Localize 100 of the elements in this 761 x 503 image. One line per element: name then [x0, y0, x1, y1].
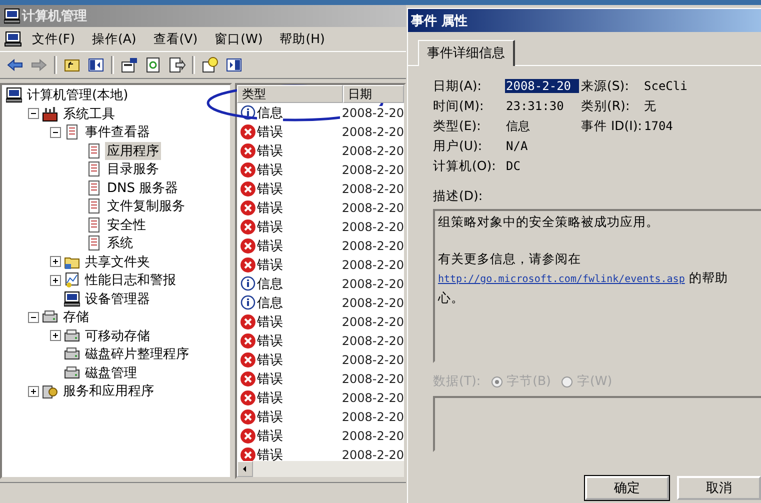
- event-date: 2008-2-20: [340, 162, 404, 176]
- field-value: SceCli: [643, 79, 688, 93]
- error-icon: [240, 408, 256, 424]
- error-icon: [240, 124, 256, 140]
- horizontal-scrollbar[interactable]: [237, 461, 404, 477]
- event-type: 错误: [257, 256, 283, 274]
- help-icon[interactable]: [201, 57, 219, 73]
- field-value: 23:31:30: [505, 99, 565, 113]
- tree-item[interactable]: 存储: [61, 308, 91, 326]
- event-type: 错误: [257, 312, 283, 330]
- event-date: 2008-2-20: [340, 144, 404, 158]
- collapse-icon[interactable]: [28, 108, 39, 120]
- tree-item[interactable]: DNS 服务器: [105, 178, 180, 197]
- dialog-button[interactable]: 取消: [677, 476, 761, 500]
- tree-item[interactable]: 服务和应用程序: [61, 382, 156, 400]
- log-icon: [86, 142, 102, 159]
- window-title: 计算机管理: [22, 8, 87, 25]
- event-type: 错误: [257, 122, 283, 140]
- tree-item[interactable]: 系统工具: [61, 104, 117, 123]
- event-date: 2008-2-20: [340, 390, 404, 404]
- event-type: 错误: [257, 446, 283, 461]
- log-icon: [86, 198, 102, 214]
- event-date: 2008-2-20: [340, 428, 404, 442]
- tree-item[interactable]: 安全性: [105, 216, 148, 234]
- field-value: 2008-2-20: [505, 79, 579, 93]
- event-date: 2008-2-20: [340, 296, 404, 310]
- error-icon: [240, 332, 256, 348]
- field-value: DC: [505, 159, 522, 173]
- tree-item[interactable]: 性能日志和警报: [83, 271, 178, 290]
- collapse-icon[interactable]: [28, 312, 39, 323]
- error-icon: [240, 180, 256, 196]
- description-text: 组策略对象中的安全策略被成功应用。 有关更多信息，请参阅在 http://go.microsoft.com/fwlink/events.asp 的帮助 心。: [438, 213, 729, 307]
- monitor-icon: [6, 87, 22, 104]
- forward-arrow-icon[interactable]: [30, 57, 48, 73]
- description-label: 描述(D):: [433, 188, 484, 205]
- field-value: 1704: [643, 119, 674, 133]
- up-folder-icon[interactable]: [63, 57, 81, 73]
- tree-item[interactable]: 计算机管理(本地): [25, 86, 130, 104]
- tree-item[interactable]: 可移动存储: [83, 326, 152, 345]
- log-icon: [64, 124, 80, 140]
- error-icon: [240, 256, 256, 272]
- expand-icon[interactable]: [50, 330, 61, 342]
- show-tree-icon[interactable]: [87, 57, 105, 73]
- tree-item[interactable]: 系统: [105, 234, 135, 252]
- tree-item[interactable]: 文件复制服务: [105, 197, 187, 216]
- menu-item[interactable]: 文件(F): [26, 30, 82, 48]
- error-icon: [240, 238, 256, 254]
- field-label: 时间(M):: [433, 98, 485, 114]
- event-date: 2008-2-20: [340, 352, 404, 366]
- monitor-icon: [4, 31, 22, 47]
- event-date: 2008-2-20: [340, 258, 404, 272]
- help-link[interactable]: http://go.microsoft.com/fwlink/events.asp: [438, 274, 685, 284]
- monitor-icon: [64, 290, 80, 307]
- chart-icon: [64, 272, 80, 288]
- menu-item[interactable]: 查看(V): [147, 30, 205, 48]
- drive-icon: [64, 364, 80, 381]
- properties-icon[interactable]: [120, 57, 138, 73]
- event-type: 错误: [257, 160, 283, 178]
- log-icon: [86, 161, 102, 178]
- toolbox-icon: [42, 106, 58, 122]
- field-label: 计算机(O):: [433, 158, 497, 174]
- event-type: 错误: [257, 332, 283, 350]
- expand-icon[interactable]: [28, 386, 39, 397]
- event-date: 2008-2-20: [340, 372, 404, 386]
- event-type: 信息: [257, 274, 283, 292]
- event-date: 2008-2-20: [340, 200, 404, 214]
- event-date: 2008-2-20: [340, 314, 404, 328]
- menu-item[interactable]: 帮助(H): [274, 30, 332, 48]
- field-value: 信息: [505, 118, 531, 134]
- event-date: 2008-2-20: [340, 410, 404, 424]
- event-date: 2008-2-20: [340, 276, 404, 290]
- tree-item[interactable]: 设备管理器: [83, 290, 152, 308]
- action-pane-icon[interactable]: [225, 57, 243, 73]
- expand-icon[interactable]: [50, 256, 61, 268]
- export-icon[interactable]: [168, 57, 186, 73]
- monitor-icon: [4, 8, 20, 24]
- event-date: 2008-2-20: [340, 182, 404, 196]
- event-type: 错误: [257, 370, 283, 388]
- menu-item[interactable]: 窗口(W): [208, 30, 270, 48]
- menu-item[interactable]: 操作(A): [86, 30, 144, 48]
- expand-icon[interactable]: [50, 274, 61, 286]
- event-type: 错误: [257, 180, 283, 198]
- field-value: 无: [643, 98, 657, 114]
- tree-item[interactable]: 事件查看器: [83, 123, 152, 142]
- tree-item[interactable]: 磁盘管理: [83, 364, 139, 382]
- event-type: 错误: [257, 388, 283, 406]
- dialog-button[interactable]: 确定: [585, 476, 669, 500]
- tab[interactable]: 事件详细信息: [418, 40, 515, 66]
- tree-item[interactable]: 应用程序: [105, 142, 161, 160]
- log-icon: [86, 216, 102, 233]
- drive-icon: [42, 309, 58, 326]
- refresh-icon[interactable]: [144, 57, 162, 73]
- collapse-icon[interactable]: [50, 126, 61, 138]
- tree-item[interactable]: 共享文件夹: [83, 252, 152, 271]
- event-type: 错误: [257, 142, 283, 160]
- back-arrow-icon[interactable]: [6, 57, 24, 73]
- tree-item[interactable]: 磁盘碎片整理程序: [83, 345, 191, 364]
- dialog-title: 事件 属性: [411, 12, 468, 30]
- tree-item[interactable]: 目录服务: [105, 160, 161, 178]
- field-label: 事件 ID(I):: [581, 118, 643, 134]
